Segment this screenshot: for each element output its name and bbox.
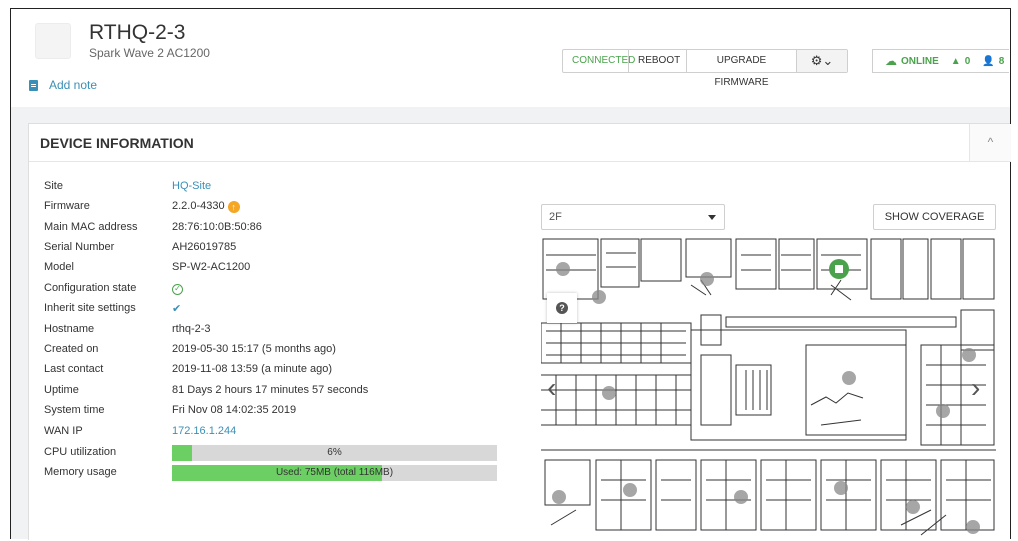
serial-label: Serial Number [44,241,115,253]
model-label: Model [44,261,74,273]
device-thumbnail [35,23,71,59]
site-link[interactable]: HQ-Site [172,180,211,192]
connected-status: CONNECTED [563,50,635,72]
serial-value: AH26019785 [172,241,237,253]
wan-ip-link[interactable]: 172.16.1.244 [172,425,236,437]
gear-icon[interactable]: ⚙⌄ [797,50,847,72]
config-ok-wrap: ✓ [172,282,183,295]
mac-label: Main MAC address [44,221,138,233]
firmware-label: Firmware [44,200,90,212]
created-value: 2019-05-30 15:17 (5 months ago) [172,343,336,355]
user-icon: 👤 [982,55,995,67]
panel-title: DEVICE INFORMATION [40,135,194,151]
floor-select[interactable]: 2F [541,204,725,230]
help-icon[interactable]: ? [547,293,577,323]
config-label: Configuration state [44,282,137,294]
wan-ip-label: WAN IP [44,425,83,437]
floor-select-value: 2F [549,211,562,223]
mac-value: 28:76:10:0B:50:86 [172,221,262,233]
info-row-cpu: CPU utilization 6% [44,445,504,464]
memory-label: Memory usage [44,466,117,478]
chevron-left-icon[interactable]: ‹ [547,372,556,404]
firmware-value-wrap: 2.2.0-4330 ↑ [172,200,240,213]
info-row-memory: Memory usage Used: 75MB (total 116MB) [44,465,504,484]
created-label: Created on [44,343,99,355]
online-status: ONLINE [901,55,939,67]
upgrade-firmware-button[interactable]: UPGRADE FIRMWARE [687,50,797,88]
memory-bar-text: Used: 75MB (total 116MB) [275,467,394,478]
last-contact-label: Last contact [44,363,104,375]
hostname-label: Hostname [44,323,95,335]
add-note-link[interactable]: Add note [49,78,97,92]
note-icon[interactable] [29,80,38,91]
chevron-right-icon[interactable]: › [971,372,980,404]
system-time-label: System time [44,404,105,416]
cpu-utilization-bar: 6% [172,445,497,461]
inherit-label: Inherit site settings [44,302,136,314]
memory-usage-bar: Used: 75MB (total 116MB) [172,465,497,481]
show-coverage-button[interactable]: SHOW COVERAGE [873,204,996,230]
status-summary: ☁ ONLINE ▲ 0 👤 8 [872,49,1009,73]
firmware-value: 2.2.0-4330 [172,200,225,212]
device-detail-window: RTHQ-2-3 Spark Wave 2 AC1200 Add note CO… [10,8,1011,541]
cpu-label: CPU utilization [44,446,117,458]
collapse-chevron-icon[interactable]: ^ [969,124,1011,161]
panel-divider [29,161,1011,162]
model-value: SP-W2-AC1200 [172,261,251,273]
floor-plan-drawing [541,238,996,536]
reboot-button[interactable]: REBOOT [629,50,687,72]
device-name: RTHQ-2-3 [89,21,186,44]
system-time-value: Fri Nov 08 14:02:35 2019 [172,404,297,416]
alert-icon: ▲ [950,55,961,67]
device-actions: CONNECTED REBOOT UPGRADE FIRMWARE ⚙⌄ [562,49,848,88]
uptime-label: Uptime [44,384,79,396]
cloud-icon: ☁ [885,54,897,68]
last-contact-value: 2019-11-08 13:59 (a minute ago) [172,363,333,375]
hostname-value: rthq-2-3 [172,323,211,335]
caret-down-icon [708,215,716,220]
site-label: Site [44,180,63,192]
client-count[interactable]: 8 [999,56,1005,67]
device-header: RTHQ-2-3 Spark Wave 2 AC1200 Add note CO… [11,9,1010,107]
device-information-panel: DEVICE INFORMATION ^ Site HQ-Site Firmwa… [28,123,1011,541]
check-circle-icon: ✓ [172,284,183,295]
cpu-bar-text: 6% [327,447,342,458]
firmware-upgrade-icon[interactable]: ↑ [227,201,240,213]
device-model-name: Spark Wave 2 AC1200 [89,46,210,60]
checkmark-icon: ✔ [172,303,182,315]
floor-plan-map[interactable]: ? ‹ › [541,235,996,541]
alert-count[interactable]: 0 [965,56,971,67]
uptime-value: 81 Days 2 hours 17 minutes 57 seconds [172,384,369,396]
